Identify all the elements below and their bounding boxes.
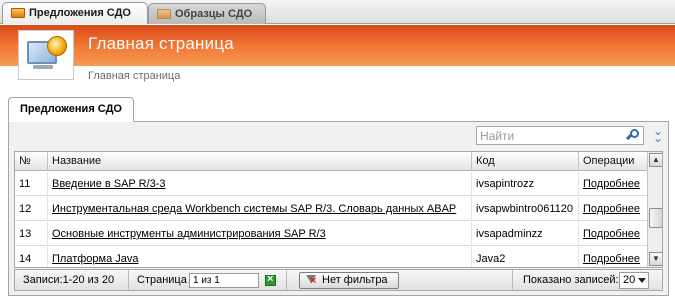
row-code: ivsapintrozz (472, 172, 579, 196)
course-link[interactable]: Основные инструменты администрирования S… (52, 228, 326, 240)
clear-filter-button[interactable]: × Нет фильтра (299, 272, 399, 289)
tab-lms-offers[interactable]: Предложения СДО (8, 97, 134, 122)
row-name-cell: Введение в SAP R/3-3 (48, 172, 472, 196)
scroll-down-icon[interactable]: ▼ (649, 252, 662, 266)
search-icon[interactable] (626, 129, 640, 143)
app-tab-offers[interactable]: Предложения СДО (2, 2, 148, 24)
search-box (476, 126, 644, 145)
details-link[interactable]: Подробнее (583, 253, 640, 265)
column-header-code[interactable]: Код (472, 152, 579, 171)
app-tab-samples-label: Образцы СДО (175, 8, 253, 20)
course-link[interactable]: Введение в SAP R/3-3 (52, 178, 166, 190)
page-size-value: 20 (623, 274, 636, 286)
footer-divider (286, 270, 287, 290)
column-header-operations: Операции (583, 155, 635, 167)
row-ops-cell: Подробнее (579, 172, 647, 196)
row-name-cell: Инструментальная среда Workbench системы… (48, 197, 472, 221)
scroll-up-icon[interactable]: ▲ (649, 153, 662, 167)
offers-table: № Название Код Операции 11 Введение в SA… (14, 151, 663, 268)
course-link[interactable]: Платформа Java (52, 253, 139, 265)
row-number: 12 (15, 197, 48, 221)
row-ops-cell: Подробнее (579, 222, 647, 246)
expand-filters-icon[interactable]: ⌄ ⌄ (652, 125, 664, 144)
table-row: 13 Основные инструменты администрировани… (15, 222, 647, 246)
table-scrollbar[interactable]: ▲ ▼ (647, 152, 662, 267)
row-ops-cell: Подробнее (579, 197, 647, 221)
app-tab-bar: Предложения СДО Образцы СДО (0, 0, 675, 24)
lms-logo-icon (18, 30, 74, 80)
go-to-page-icon[interactable] (265, 273, 276, 286)
table-row: 14 Платформа Java Java2 Подробнее (15, 247, 647, 267)
scroll-thumb[interactable] (649, 208, 662, 228)
row-number: 14 (15, 247, 48, 267)
details-link[interactable]: Подробнее (583, 228, 640, 240)
table-row: 12 Инструментальная среда Workbench сист… (15, 197, 647, 221)
row-ops-cell: Подробнее (579, 247, 647, 267)
row-name-cell: Основные инструменты администрирования S… (48, 222, 472, 246)
page-size-label: Показано записей: (523, 274, 619, 286)
row-code: ivsapwbintro061120 (472, 197, 579, 221)
tab-arrow-icon (11, 8, 25, 19)
column-header-number[interactable]: № (15, 152, 48, 171)
page-number-input[interactable] (189, 273, 259, 288)
row-number: 13 (15, 222, 48, 246)
row-code: ivsapadminzz (472, 222, 579, 246)
app-tab-offers-label: Предложения СДО (29, 7, 131, 19)
row-number: 11 (15, 172, 48, 196)
details-link[interactable]: Подробнее (583, 178, 640, 190)
breadcrumb: Главная страница (88, 70, 181, 82)
footer-divider (512, 270, 513, 290)
tab-arrow-icon (157, 9, 171, 20)
table-footer: Записи:1-20 из 20 Страница × Нет фильтра… (14, 269, 663, 291)
search-input[interactable] (477, 127, 623, 144)
row-name-cell: Платформа Java (48, 247, 472, 267)
app-tab-samples[interactable]: Образцы СДО (148, 3, 266, 24)
column-header-name[interactable]: Название (48, 152, 472, 171)
panel-tab-strip: Предложения СДО (8, 96, 669, 122)
details-link[interactable]: Подробнее (583, 203, 640, 215)
table-row: 11 Введение в SAP R/3-3 ivsapintrozz Под… (15, 172, 647, 196)
row-code: Java2 (472, 247, 579, 267)
clear-filter-icon: × (306, 275, 318, 287)
clear-filter-label: Нет фильтра (322, 274, 388, 286)
footer-divider (128, 270, 129, 290)
table-header: № Название Код Операции (15, 152, 647, 171)
page-title: Главная страница (88, 34, 234, 53)
course-link[interactable]: Инструментальная среда Workbench системы… (52, 203, 456, 215)
records-count: Записи:1-20 из 20 (23, 274, 115, 286)
chevron-down-icon (638, 278, 646, 283)
page-label: Страница (137, 274, 187, 286)
page-size-select[interactable]: 20 (619, 272, 649, 289)
